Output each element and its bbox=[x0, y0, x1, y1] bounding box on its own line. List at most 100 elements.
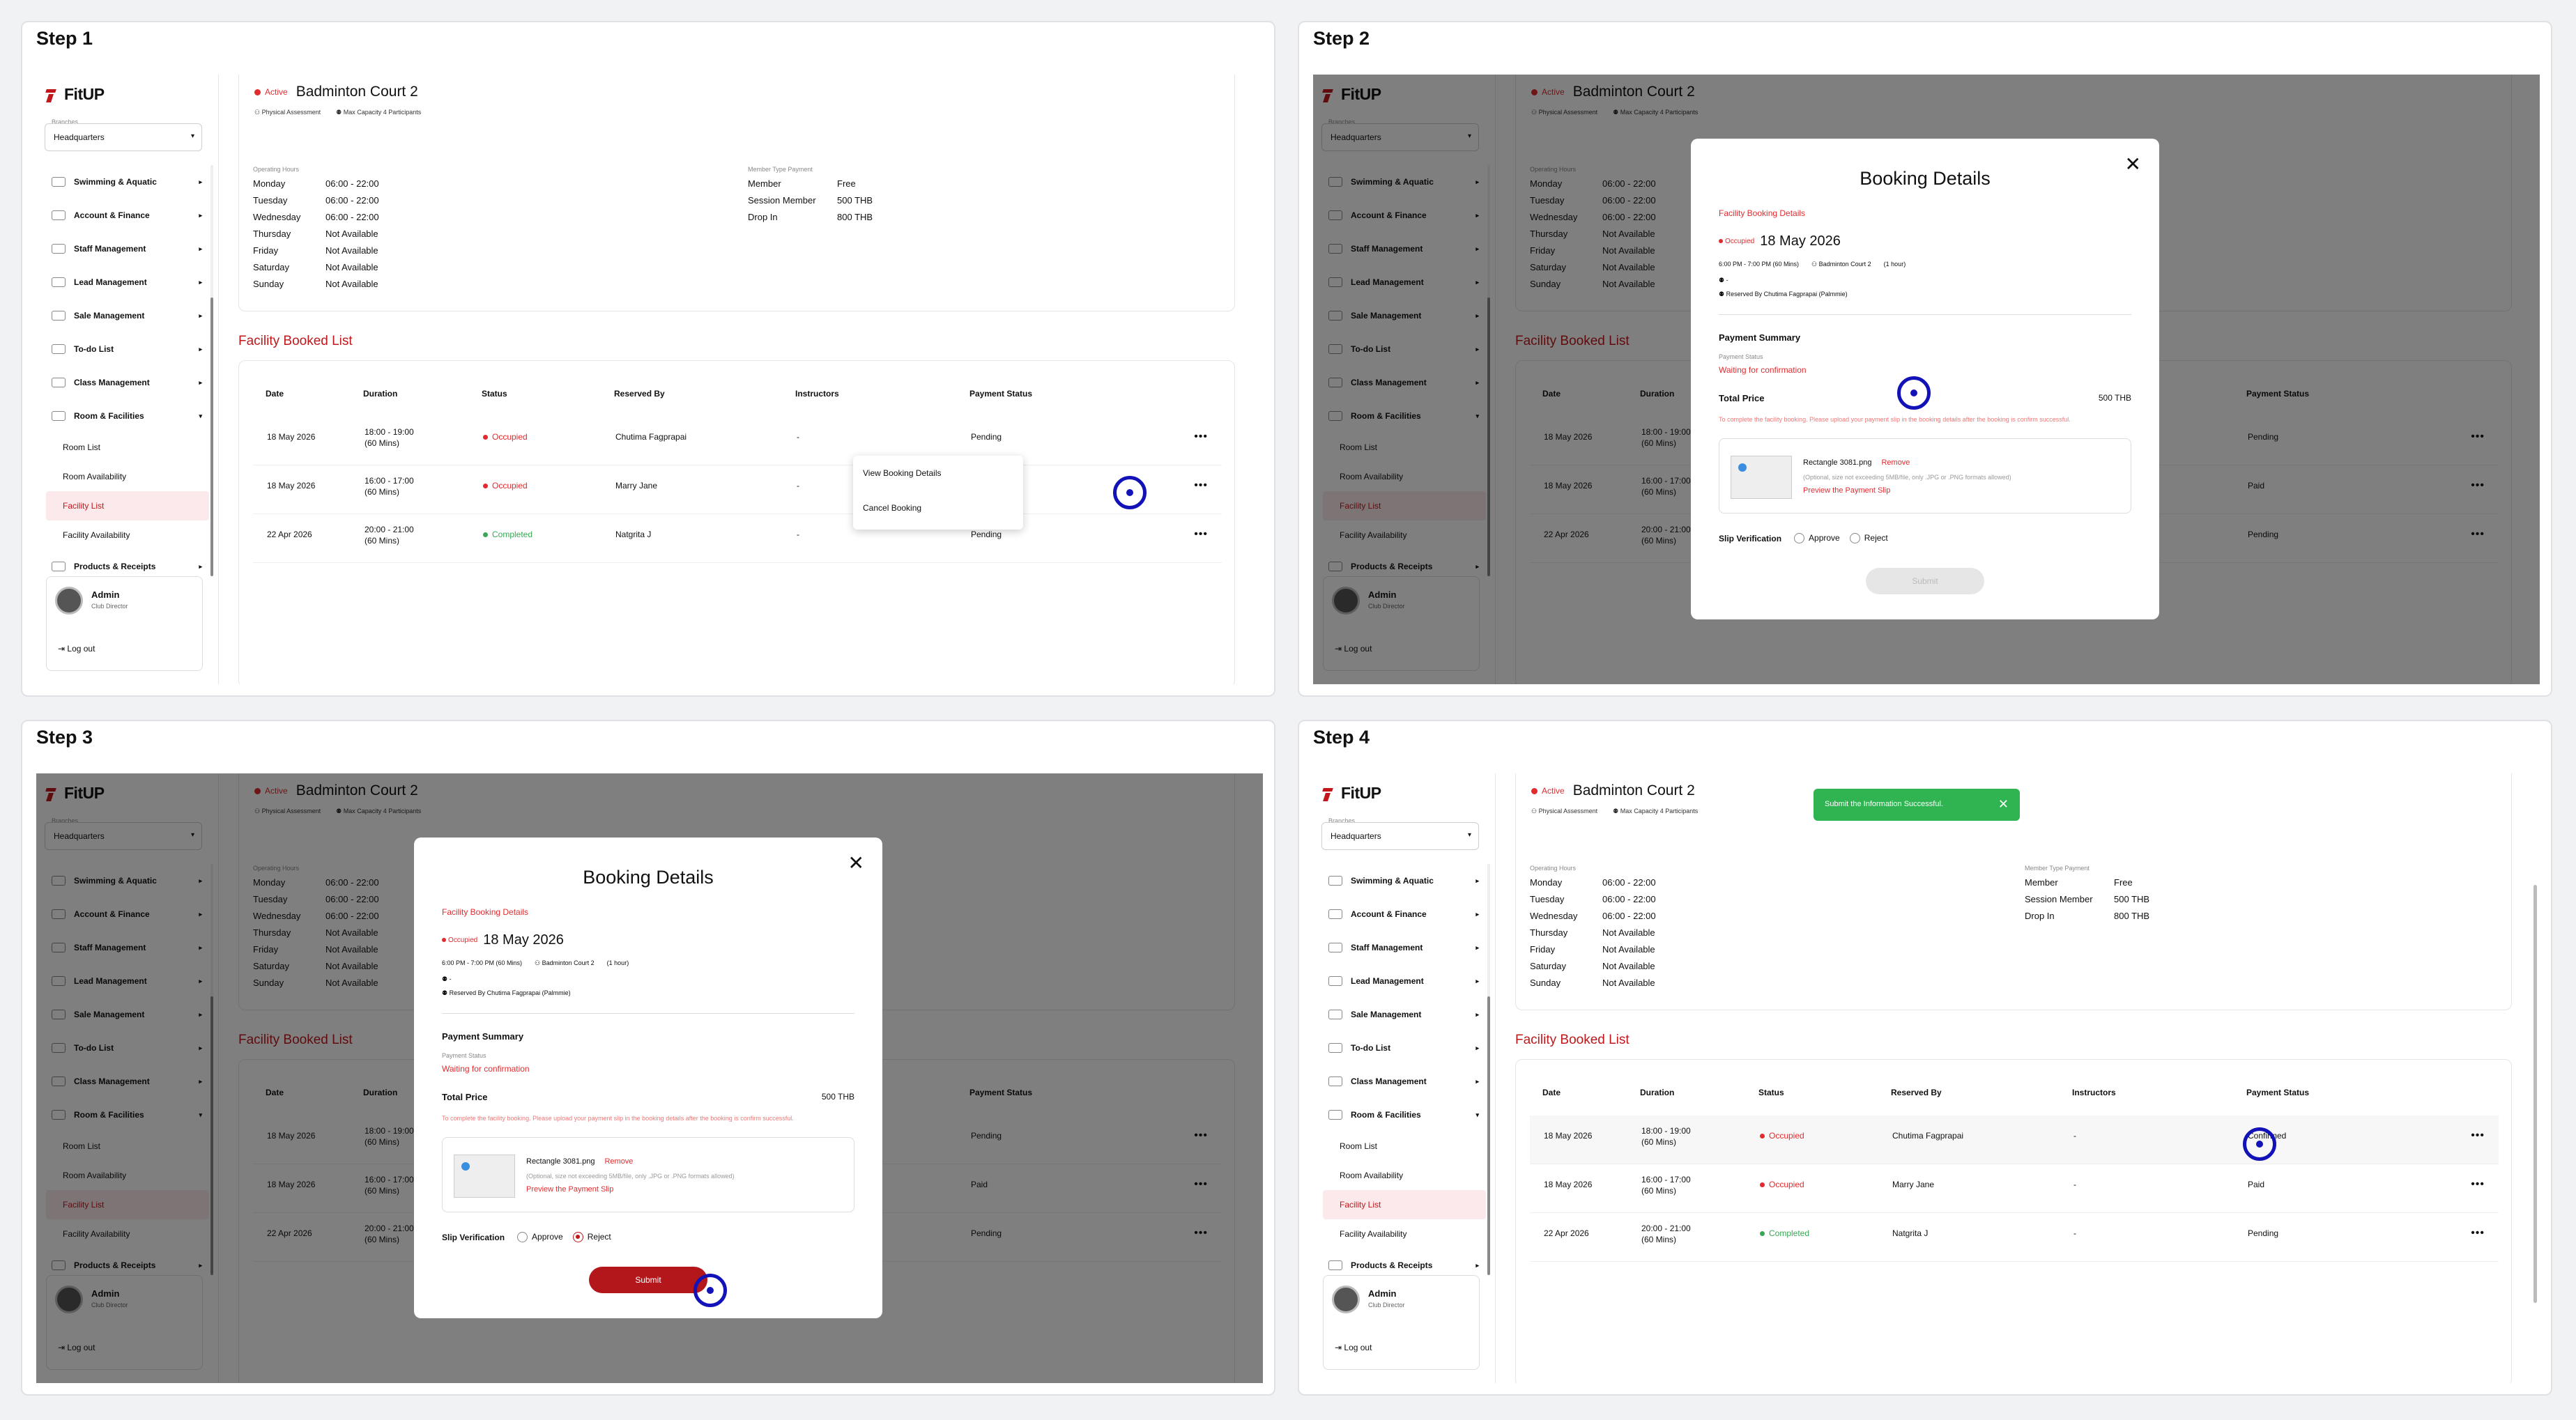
hours-label: Operating Hours bbox=[1530, 865, 1577, 872]
booked-list-title: Facility Booked List bbox=[238, 334, 353, 348]
chevron-icon: ▸ bbox=[1475, 1261, 1479, 1269]
nav-icon bbox=[1328, 976, 1342, 986]
user-name: Admin bbox=[91, 589, 120, 600]
reject-radio[interactable]: Reject bbox=[572, 1232, 611, 1243]
preview-slip-link[interactable]: Preview the Payment Slip bbox=[1803, 486, 1890, 495]
reserved-by: Chutima Fagprapai bbox=[615, 432, 687, 442]
sidebar-item[interactable]: Class Management ▸ bbox=[1323, 1065, 1486, 1098]
member-type-row: Drop In800 THB bbox=[2025, 911, 2150, 921]
instructor: - bbox=[2073, 1228, 2076, 1238]
sidebar-subitem[interactable]: Room Availability bbox=[1323, 1161, 1486, 1190]
more-actions-icon[interactable]: ••• bbox=[1194, 431, 1208, 443]
approve-radio[interactable]: Approve bbox=[517, 1232, 563, 1243]
booking-details-modal: Booking Details ✕ Facility Booking Detai… bbox=[414, 838, 882, 1318]
remove-link[interactable]: Remove bbox=[1881, 458, 1910, 467]
branch-select[interactable]: Headquarters▾ bbox=[1321, 822, 1479, 850]
table-header: Date bbox=[1542, 1088, 1561, 1097]
active-badge: Active bbox=[1531, 786, 1565, 796]
app-screen: FitUP Branches Headquarters▾ Swimming & … bbox=[1313, 75, 2540, 684]
nav-icon bbox=[52, 378, 66, 387]
slip-thumbnail[interactable] bbox=[1731, 456, 1792, 499]
close-icon[interactable]: ✕ bbox=[848, 851, 864, 874]
sidebar-item[interactable]: Room & Facilities ▾ bbox=[46, 399, 209, 433]
sidebar-item[interactable]: To-do List ▸ bbox=[46, 332, 209, 366]
sidebar-item[interactable]: Staff Management ▸ bbox=[1323, 931, 1486, 964]
sidebar-item[interactable]: Account & Finance ▸ bbox=[1323, 897, 1486, 931]
sidebar-item[interactable]: Sale Management ▸ bbox=[1323, 998, 1486, 1031]
hours-row: SundayNot Available bbox=[253, 279, 378, 289]
sidebar-item[interactable]: Lead Management ▸ bbox=[46, 265, 209, 299]
sidebar-subitem[interactable]: Facility Availability bbox=[46, 520, 209, 550]
sidebar-item[interactable]: Sale Management ▸ bbox=[46, 299, 209, 332]
reserved-by: ⚉ Reserved By Chutima Fagprapai (Palmmie… bbox=[1719, 291, 1848, 298]
sidebar-subitem[interactable]: Facility Availability bbox=[1323, 1219, 1486, 1249]
preview-slip-link[interactable]: Preview the Payment Slip bbox=[526, 1185, 613, 1194]
facility-detail-card: Active Badminton Court 2 ⚇ Physical Asses… bbox=[238, 75, 1235, 311]
click-indicator-icon bbox=[693, 1274, 727, 1307]
more-actions-icon[interactable]: ••• bbox=[2471, 1227, 2485, 1240]
view-booking-details-item[interactable]: View Booking Details bbox=[853, 456, 1023, 491]
facility-type: ⚇ Physical Assessment bbox=[1531, 808, 1598, 815]
slip-thumbnail[interactable] bbox=[454, 1155, 515, 1198]
chevron-down-icon: ▾ bbox=[190, 132, 194, 140]
page-scrollbar[interactable] bbox=[2530, 773, 2540, 1383]
table-row: 18 May 2026 18:00 - 19:00(60 Mins) Occup… bbox=[253, 417, 1222, 465]
member-type-row: Session Member500 THB bbox=[2025, 894, 2150, 904]
modal-title: Booking Details bbox=[583, 867, 714, 888]
sidebar-subitem[interactable]: Facility List bbox=[1323, 1190, 1486, 1219]
submit-button[interactable]: Submit bbox=[1866, 568, 1984, 594]
sidebar-item[interactable]: Room & Facilities ▾ bbox=[1323, 1098, 1486, 1132]
sidebar-item[interactable]: Staff Management ▸ bbox=[46, 232, 209, 265]
sidebar-item-label: Class Management bbox=[74, 378, 150, 387]
more-actions-icon[interactable]: ••• bbox=[1194, 528, 1208, 541]
hours-row: Wednesday06:00 - 22:00 bbox=[1530, 911, 1656, 921]
sidebar-item-label: Room & Facilities bbox=[74, 411, 144, 421]
member-type-payment: MemberFree Session Member500 THB Drop In80… bbox=[748, 178, 873, 229]
approve-radio[interactable]: Approve bbox=[1794, 533, 1840, 544]
sidebar-item[interactable]: Swimming & Aquatic ▸ bbox=[46, 165, 209, 199]
success-toast: Submit the Information Successful. ✕ bbox=[1814, 789, 2020, 821]
chevron-icon: ▸ bbox=[199, 311, 202, 319]
sidebar-subitem[interactable]: Room List bbox=[46, 433, 209, 462]
sidebar-item[interactable]: To-do List ▸ bbox=[1323, 1031, 1486, 1065]
member-type-row: Session Member500 THB bbox=[748, 195, 873, 206]
status-badge: Occupied bbox=[1760, 1131, 1804, 1141]
chevron-icon: ▸ bbox=[1475, 910, 1479, 918]
sidebar-scroll-thumb[interactable] bbox=[1487, 996, 1490, 1275]
member-type-label: Member Type Payment bbox=[2025, 865, 2090, 872]
more-actions-icon[interactable]: ••• bbox=[1194, 479, 1208, 492]
sidebar-scroll-thumb[interactable] bbox=[210, 298, 213, 576]
branch-select[interactable]: Headquarters▾ bbox=[45, 123, 202, 151]
reject-radio[interactable]: Reject bbox=[1849, 533, 1888, 544]
sidebar-item[interactable]: Account & Finance ▸ bbox=[46, 199, 209, 232]
logout-button[interactable]: ⇥ Log out bbox=[1335, 1343, 1372, 1352]
close-icon[interactable]: ✕ bbox=[2125, 153, 2141, 176]
sidebar-subitem[interactable]: Room Availability bbox=[46, 462, 209, 491]
close-icon[interactable]: ✕ bbox=[1998, 797, 2009, 812]
sidebar-subitem[interactable]: Room List bbox=[1323, 1132, 1486, 1161]
table-row: 18 May 2026 18:00 - 19:00(60 Mins) Occup… bbox=[1530, 1116, 2499, 1164]
booked-list-title: Facility Booked List bbox=[1515, 1033, 1630, 1047]
hours-row: Monday06:00 - 22:00 bbox=[1530, 877, 1656, 888]
more-actions-icon[interactable]: ••• bbox=[2471, 1129, 2485, 1142]
table-header: Instructors bbox=[795, 389, 839, 399]
logout-button[interactable]: ⇥ Log out bbox=[58, 644, 95, 654]
file-hint: (Optional, size not exceeding 5MB/file, … bbox=[526, 1173, 735, 1180]
step-panel: Step 3 FitUP Branches Headquarters▾ Swim… bbox=[21, 720, 1275, 1396]
payment-slip-upload: Rectangle 3081.png Remove (Optional, size… bbox=[442, 1137, 854, 1212]
sidebar-item[interactable]: Lead Management ▸ bbox=[1323, 964, 1486, 998]
cancel-booking-item[interactable]: Cancel Booking bbox=[853, 491, 1023, 525]
more-actions-icon[interactable]: ••• bbox=[2471, 1178, 2485, 1191]
sidebar-item[interactable]: Class Management ▸ bbox=[46, 366, 209, 399]
sidebar-item[interactable]: Swimming & Aquatic ▸ bbox=[1323, 864, 1486, 897]
remove-link[interactable]: Remove bbox=[604, 1157, 633, 1166]
upload-note: To complete the facility booking. Please… bbox=[442, 1115, 794, 1122]
page-scroll-thumb[interactable] bbox=[2533, 885, 2537, 1303]
step-panel: Step 2 FitUP Branches Headquarters▾ Swim… bbox=[1298, 21, 2552, 697]
chevron-icon: ▸ bbox=[199, 178, 202, 185]
submit-button[interactable]: Submit bbox=[589, 1267, 707, 1293]
sidebar-subitem[interactable]: Facility List bbox=[46, 491, 209, 520]
sidebar-item-label: Class Management bbox=[1351, 1076, 1427, 1086]
sidebar-item-label: Swimming & Aquatic bbox=[74, 177, 157, 187]
total-price-value: 500 THB bbox=[821, 1092, 854, 1102]
